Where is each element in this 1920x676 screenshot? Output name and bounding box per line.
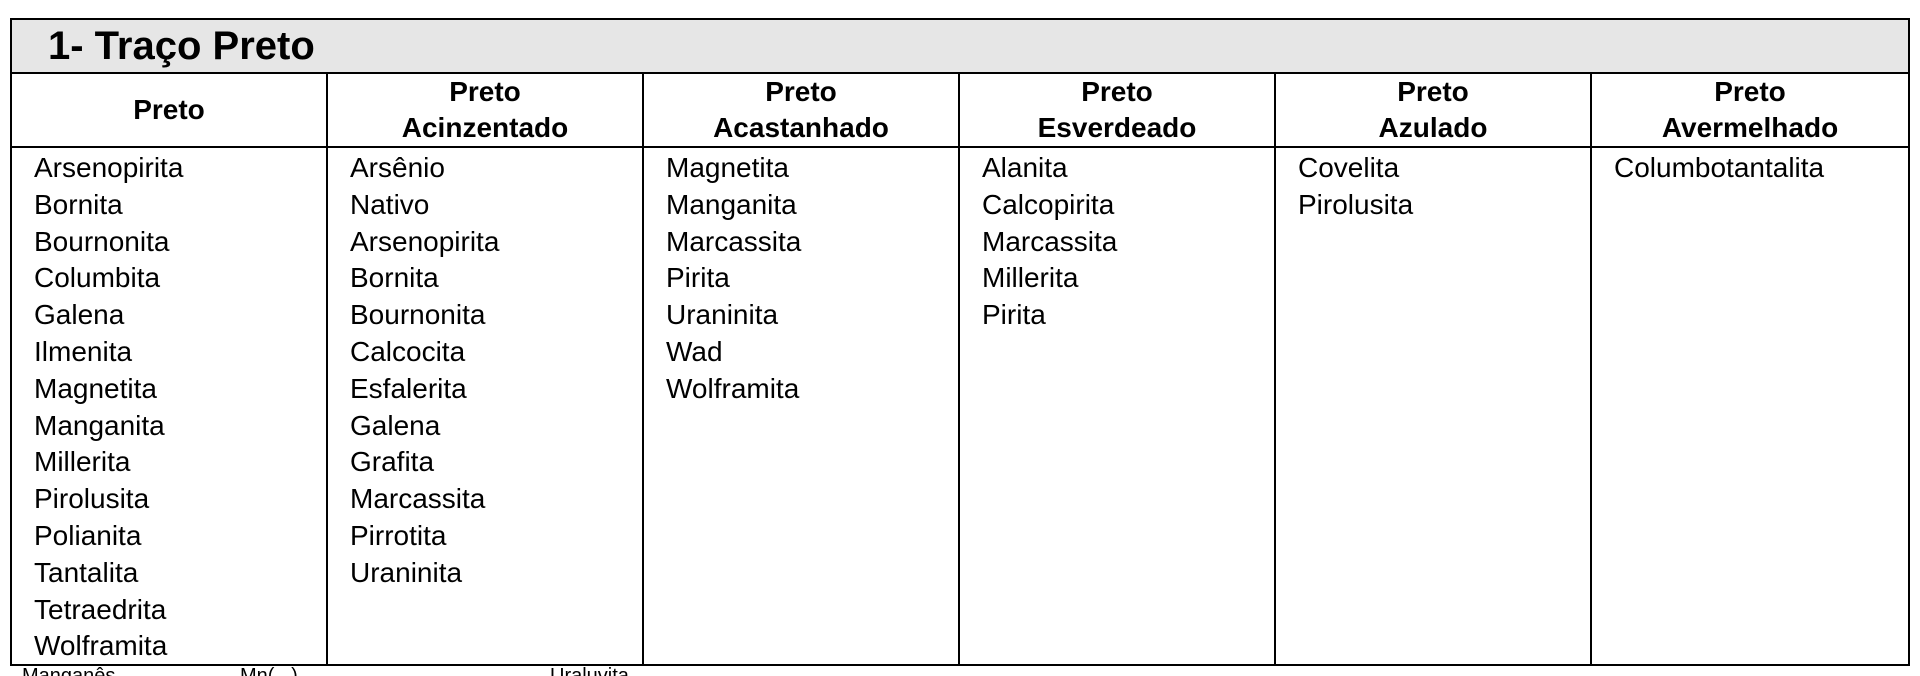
mineral-item: Marcassita — [666, 225, 802, 257]
mineral-item: Uraninita — [350, 556, 463, 588]
mineral-item: Bournonita — [34, 225, 170, 257]
mineral-item: Pirita — [982, 299, 1046, 331]
column-header: Preto Avermelhado — [1592, 74, 1908, 146]
mineral-item: Manganita — [34, 409, 165, 441]
mineral-item: Magnetita — [666, 152, 789, 183]
mineral-item: Marcassita — [982, 225, 1118, 257]
column-header: Preto Esverdeado — [960, 74, 1276, 146]
mineral-item: Millerita — [982, 262, 1079, 294]
mineral-item: Bornita — [350, 262, 439, 294]
mineral-item: Wolframita — [666, 372, 800, 404]
footer-item: Manganês — [22, 666, 115, 676]
mineral-item: Galena — [34, 299, 125, 331]
header-row: Preto Preto Acinzentado Preto Acastanhado Pre… — [12, 74, 1908, 148]
mineral-item: Millerita — [34, 446, 131, 478]
mineral-item: Tetraedrita — [34, 593, 167, 625]
footer-item: Mn(...) — [240, 666, 298, 676]
mineral-item: Polianita — [34, 519, 142, 551]
mineral-list: Arsênio Nativo Arsenopirita Bornita Bournoni… — [328, 148, 644, 664]
mineral-item: Tantalita — [34, 556, 139, 588]
mineral-item: Pirita — [666, 262, 730, 294]
mineral-item: Uraninita — [666, 299, 779, 331]
mineral-item: Bournonita — [350, 299, 486, 331]
column-header-line: Azulado — [1378, 112, 1488, 143]
mineral-item: Grafita — [350, 446, 435, 478]
column-header: Preto — [12, 74, 328, 146]
mineral-item: Galena — [350, 409, 441, 441]
column-header-line: Preto — [1397, 76, 1469, 107]
mineral-item: Manganita — [666, 188, 797, 220]
mineral-item: Pirrotita — [350, 519, 447, 551]
streak-table: 1- Traço Preto Preto Preto Acinzentado Pret… — [10, 18, 1910, 666]
mineral-list: Columbotantalita — [1592, 148, 1908, 664]
column-header-line: Preto — [765, 76, 837, 107]
mineral-item: Columbotantalita — [1614, 152, 1825, 183]
mineral-item: Alanita — [982, 152, 1068, 183]
mineral-item: Arsenopirita — [34, 152, 184, 183]
body-row: Arsenopirita Bornita Bournonita Columbita Ga… — [12, 148, 1908, 664]
mineral-list: Alanita Calcopirita Marcassita Millerita Pir… — [960, 148, 1276, 664]
mineral-item: Ilmenita — [34, 335, 133, 367]
table-title: 1- Traço Preto — [48, 24, 315, 68]
title-bar: 1- Traço Preto — [12, 20, 1908, 74]
mineral-item: Calcocita — [350, 335, 466, 367]
column-header-line: Preto — [1081, 76, 1153, 107]
mineral-list: Arsenopirita Bornita Bournonita Columbita Ga… — [12, 148, 328, 664]
footer-strip: Manganês Mn(...) Uraluvita — [10, 666, 1910, 676]
mineral-item: Calcopirita — [982, 188, 1115, 220]
mineral-item: Bornita — [34, 188, 123, 220]
mineral-item: Nativo — [350, 188, 430, 220]
mineral-item: Pirolusita — [1298, 188, 1414, 220]
column-header-line: Avermelhado — [1661, 112, 1839, 143]
mineral-item: Arsenopirita — [350, 225, 500, 257]
mineral-item: Covelita — [1298, 152, 1400, 183]
mineral-item: Marcassita — [350, 483, 486, 515]
footer-item: Uraluvita — [550, 666, 629, 676]
column-header: Preto Azulado — [1276, 74, 1592, 146]
column-header-line: Acinzentado — [401, 112, 569, 143]
mineral-item: Wad — [666, 335, 723, 367]
mineral-item: Columbita — [34, 262, 161, 294]
column-header-line: Preto — [449, 76, 521, 107]
mineral-item: Esfalerita — [350, 372, 467, 404]
column-header-line: Preto — [133, 94, 205, 125]
column-header: Preto Acinzentado — [328, 74, 644, 146]
column-header: Preto Acastanhado — [644, 74, 960, 146]
column-header-line: Acastanhado — [713, 112, 889, 143]
mineral-item: Wolframita — [34, 630, 168, 662]
mineral-item: Arsênio — [350, 152, 445, 183]
mineral-item: Pirolusita — [34, 483, 150, 515]
column-header-line: Esverdeado — [1037, 112, 1197, 143]
column-header-line: Preto — [1714, 76, 1786, 107]
mineral-item: Magnetita — [34, 372, 157, 404]
mineral-list: Magnetita Manganita Marcassita Pirita Uranin… — [644, 148, 960, 664]
mineral-list: Covelita Pirolusita — [1276, 148, 1592, 664]
